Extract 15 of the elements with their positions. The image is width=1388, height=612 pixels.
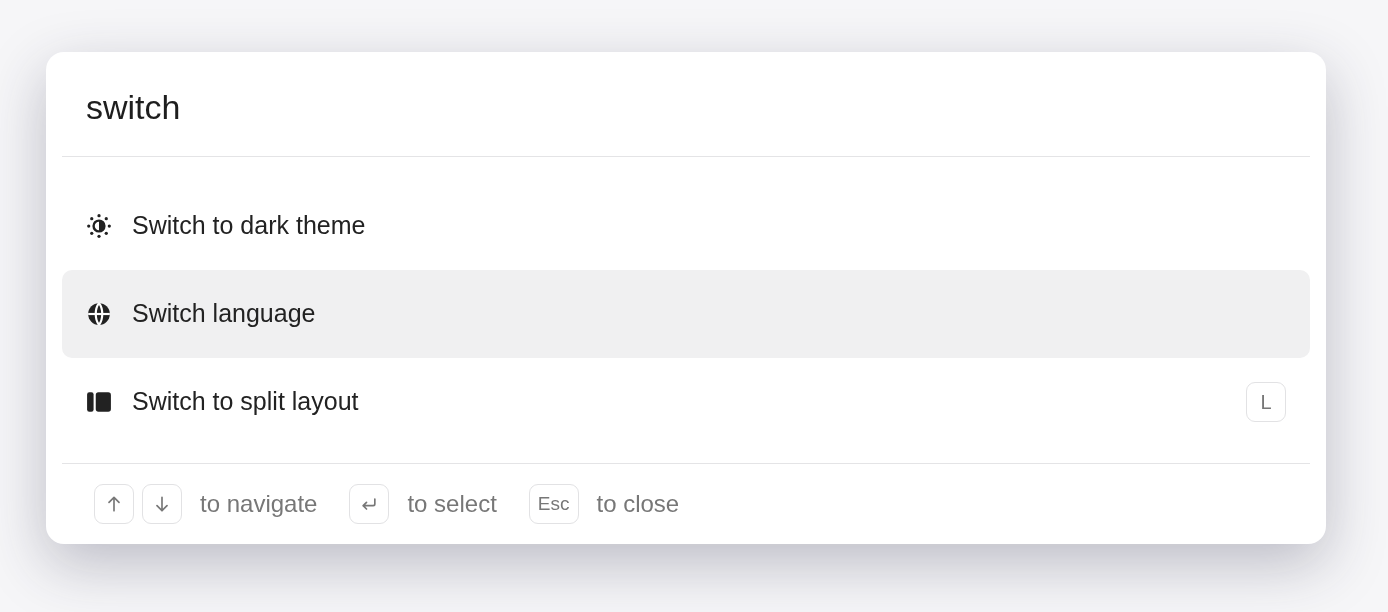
hint-text: to navigate xyxy=(200,489,318,519)
hint-text: to select xyxy=(407,489,497,519)
key-cap: Esc xyxy=(528,484,579,524)
command-label: Switch language xyxy=(132,298,317,330)
command-item[interactable]: Switch to split layout L xyxy=(62,358,1310,446)
command-item[interactable]: Switch language xyxy=(62,270,1310,358)
command-label: Switch to dark theme xyxy=(132,210,367,242)
globe-icon xyxy=(86,301,112,327)
hint-text: to close xyxy=(596,489,680,519)
command-label: Switch to split layout xyxy=(132,386,360,418)
command-item[interactable]: Switch to dark theme xyxy=(62,182,1310,270)
search-field[interactable]: switch xyxy=(86,82,1286,133)
sun-icon xyxy=(86,213,112,239)
shortcut-key: L xyxy=(1246,382,1286,422)
split-layout-icon xyxy=(86,389,112,415)
